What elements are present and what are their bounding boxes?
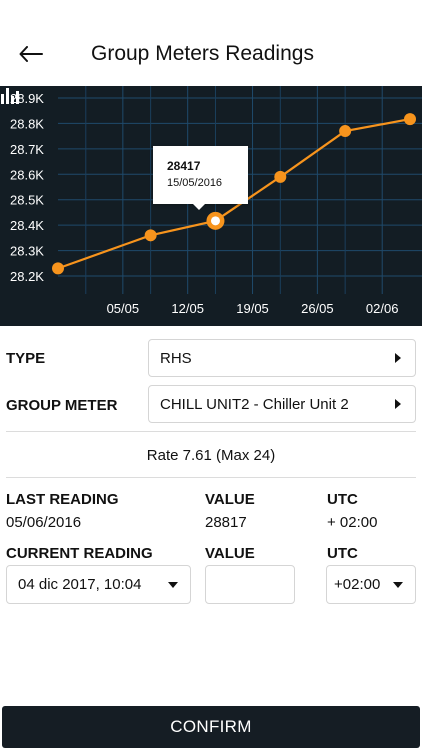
current-reading-label: CURRENT READING	[6, 545, 153, 562]
confirm-button[interactable]: CONFIRM	[2, 706, 420, 748]
last-reading-utc: + 02:00	[327, 514, 378, 531]
x-tick-label: 12/05	[171, 301, 204, 316]
current-date-value: 04 dic 2017, 10:04	[18, 576, 142, 593]
chart-tooltip: 28417 15/05/2016	[153, 146, 248, 204]
bar-chart-icon[interactable]	[0, 86, 22, 104]
back-button[interactable]	[16, 40, 46, 68]
chevron-down-icon	[393, 581, 403, 588]
tooltip-pointer	[192, 203, 206, 210]
current-utc-label: UTC	[327, 545, 358, 562]
divider	[6, 431, 416, 432]
group-meter-select-value: CHILL UNIT2 - Chiller Unit 2	[160, 395, 349, 413]
type-label: TYPE	[6, 350, 46, 367]
readings-chart: 28.9K 28.8K 28.7K 28.6K 28.5K 28.4K 28.3K 28.2K…	[0, 86, 422, 326]
type-select-value: RHS	[160, 349, 192, 367]
last-reading-value: 28817	[205, 514, 247, 531]
header-bar: Group Meters Readings	[0, 0, 422, 86]
tooltip-value: 28417	[167, 159, 201, 173]
y-tick-label: 28.6K	[10, 167, 44, 182]
last-reading-date: 05/06/2016	[6, 514, 82, 531]
utc-label: UTC	[327, 491, 358, 508]
chevron-down-icon	[168, 581, 178, 588]
data-point	[144, 229, 157, 242]
y-tick-label: 28.7K	[10, 142, 44, 157]
current-date-picker[interactable]: 04 dic 2017, 10:04	[6, 565, 191, 604]
rate-text: Rate 7.61 (Max 24)	[146, 447, 276, 464]
current-utc-select[interactable]: +02:00	[326, 565, 416, 604]
data-point	[404, 113, 416, 126]
y-tick-label: 28.8K	[10, 116, 44, 131]
current-value-input[interactable]	[205, 565, 295, 604]
arrow-left-icon	[19, 46, 43, 62]
data-point-highlight-center	[210, 216, 220, 226]
line-chart: 28.9K28.8K28.7K28.6K28.5K28.4K28.3K28.2K…	[10, 86, 422, 316]
y-tick-label: 28.2K	[10, 269, 44, 284]
x-tick-label: 19/05	[236, 301, 269, 316]
group-meter-select[interactable]: CHILL UNIT2 - Chiller Unit 2	[148, 385, 416, 423]
x-tick-label: 26/05	[301, 301, 334, 316]
chevron-right-icon	[395, 399, 401, 409]
x-tick-label: 05/05	[107, 301, 140, 316]
current-value-label: VALUE	[205, 545, 255, 562]
tooltip-date: 15/05/2016	[167, 177, 223, 189]
group-meter-label: GROUP METER	[6, 397, 118, 414]
y-tick-label: 28.4K	[10, 218, 44, 233]
page-title: Group Meters Readings	[91, 42, 314, 65]
data-point	[52, 262, 64, 275]
type-select[interactable]: RHS	[148, 339, 416, 377]
y-tick-label: 28.3K	[10, 244, 44, 259]
x-tick-label: 02/06	[366, 301, 399, 316]
data-point	[339, 125, 352, 138]
current-utc-value: +02:00	[334, 576, 381, 593]
value-label: VALUE	[205, 491, 255, 508]
y-tick-label: 28.5K	[10, 193, 44, 208]
chevron-right-icon	[395, 353, 401, 363]
last-reading-label: LAST READING	[6, 491, 119, 508]
divider	[6, 477, 416, 478]
data-point	[274, 170, 287, 183]
